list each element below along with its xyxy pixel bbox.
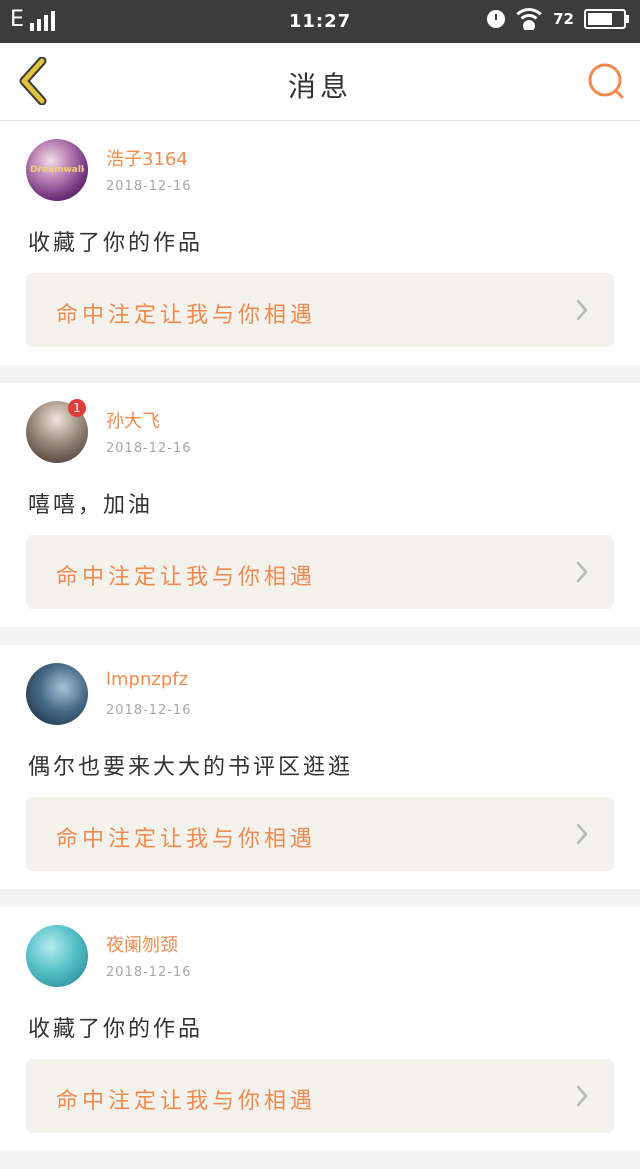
battery-level — [588, 13, 613, 25]
message-text: 收藏了你的作品 — [28, 231, 204, 256]
user-name[interactable]: 孙大飞 — [106, 407, 160, 433]
chevron-right-icon — [576, 299, 588, 321]
message-date: 2018-12-16 — [106, 703, 192, 718]
work-link[interactable]: 命中注定让我与你相遇 — [26, 535, 614, 609]
notification-badge: 1 — [68, 399, 86, 417]
battery-icon — [584, 9, 629, 29]
alarm-icon — [487, 10, 506, 28]
app-header: 消息 — [0, 43, 640, 121]
user-name[interactable]: lmpnzpfz — [106, 669, 188, 690]
message-text: 嘻嘻，加油 — [28, 493, 154, 518]
work-link[interactable]: 命中注定让我与你相遇 — [26, 1059, 614, 1133]
message-date: 2018-12-16 — [106, 965, 192, 980]
user-name[interactable]: 夜阑刎颈 — [106, 931, 178, 957]
work-title: 命中注定让我与你相遇 — [56, 565, 317, 590]
avatar-text: Dreamwalker — [30, 165, 84, 175]
message-text: 收藏了你的作品 — [28, 1017, 204, 1042]
avatar[interactable] — [26, 663, 88, 725]
work-link[interactable]: 命中注定让我与你相遇 — [26, 797, 614, 871]
message-date: 2018-12-16 — [106, 179, 192, 194]
status-icons: 72 — [487, 8, 629, 30]
message-text: 偶尔也要来大大的书评区逛逛 — [28, 755, 354, 780]
message-card: lmpnzpfz 2018-12-16 偶尔也要来大大的书评区逛逛 命中注定让我… — [0, 645, 640, 889]
avatar[interactable] — [26, 925, 88, 987]
message-date: 2018-12-16 — [106, 441, 192, 456]
message-card: 1 孙大飞 2018-12-16 嘻嘻，加油 命中注定让我与你相遇 — [0, 383, 640, 627]
battery-percent: 72 — [553, 10, 574, 28]
message-list: Dreamwalker 浩子3164 2018-12-16 收藏了你的作品 命中… — [0, 121, 640, 1169]
chevron-right-icon — [576, 1085, 588, 1107]
user-name[interactable]: 浩子3164 — [106, 145, 188, 171]
work-title: 命中注定让我与你相遇 — [56, 1089, 317, 1114]
wifi-icon — [515, 8, 544, 30]
work-title: 命中注定让我与你相遇 — [56, 303, 317, 328]
message-card: Dreamwalker 浩子3164 2018-12-16 收藏了你的作品 命中… — [0, 121, 640, 365]
status-bar: E 11:27 72 — [0, 0, 640, 43]
work-title: 命中注定让我与你相遇 — [56, 827, 317, 852]
message-card: 夜阑刎颈 2018-12-16 收藏了你的作品 命中注定让我与你相遇 — [0, 907, 640, 1151]
search-button[interactable] — [586, 61, 626, 101]
avatar[interactable]: Dreamwalker — [26, 139, 88, 201]
chevron-right-icon — [576, 823, 588, 845]
work-link[interactable]: 命中注定让我与你相遇 — [26, 273, 614, 347]
page-title: 消息 — [287, 70, 352, 103]
search-icon — [588, 63, 624, 99]
chevron-right-icon — [576, 561, 588, 583]
